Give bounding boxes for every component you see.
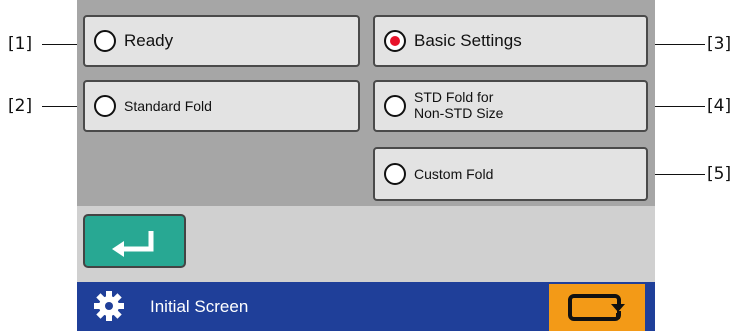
gear-icon[interactable] [94,291,124,321]
std-fold-non-std-size-button[interactable]: STD Fold for Non-STD Size [373,80,648,132]
std-fold-label-line1: STD Fold for [414,89,494,106]
std-fold-label-line2: Non-STD Size [414,105,504,121]
callout-3: [3] [707,34,732,54]
custom-fold-button[interactable]: Custom Fold [373,147,648,201]
return-button[interactable] [83,214,186,268]
ready-label: Ready [124,31,174,50]
std-fold-non-std-size-radio-icon [384,95,406,117]
standard-fold-radio-icon [94,95,116,117]
basic-settings-label: Basic Settings [414,31,522,50]
standard-fold-button[interactable]: Standard Fold [83,80,360,132]
device-screen: Ready Basic Settings Standard Fold STD F… [77,0,655,331]
callout-4: [4] [707,96,732,116]
std-fold-non-std-size-label: STD Fold for Non-STD Size [414,82,503,130]
standard-fold-label: Standard Fold [124,98,212,114]
ready-radio-icon [94,30,116,52]
callout-5: [5] [707,164,732,184]
callout-1: [1] [8,34,33,54]
custom-fold-radio-icon [384,163,406,185]
callout-2: [2] [8,96,33,116]
switch-screen-button[interactable] [549,284,645,331]
basic-settings-radio-icon [384,30,406,52]
return-arrow-icon [112,231,154,257]
status-bar-title: Initial Screen [150,296,249,316]
basic-settings-button[interactable]: Basic Settings [373,15,648,67]
ready-button[interactable]: Ready [83,15,360,67]
custom-fold-label: Custom Fold [414,166,494,182]
switch-screen-icon [568,294,625,321]
